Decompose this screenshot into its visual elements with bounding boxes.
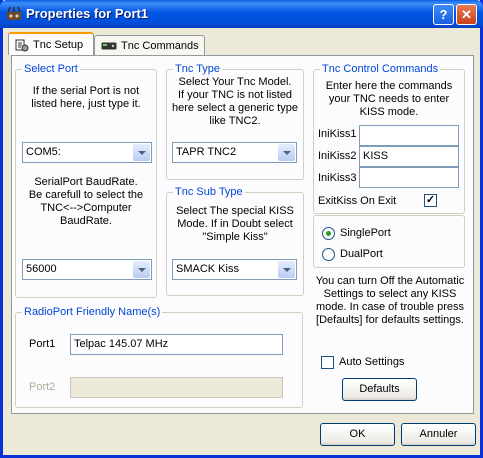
- control-commands-hint: Enter here the commands your TNC needs t…: [325, 80, 453, 118]
- port1-label: Port1: [29, 338, 56, 350]
- chevron-down-icon[interactable]: [278, 261, 295, 278]
- exitkiss-label: ExitKiss On Exit: [318, 195, 397, 207]
- port2-name-field: [70, 377, 283, 398]
- serial-port-combo[interactable]: COM5:: [22, 142, 152, 163]
- auto-settings-label: Auto Settings: [339, 356, 405, 368]
- singleport-radio[interactable]: [322, 227, 335, 240]
- inikiss2-field[interactable]: KISS: [359, 146, 459, 167]
- app-icon: [7, 6, 21, 20]
- baudrate-hint: SerialPort BaudRate. Be carefull to sele…: [28, 176, 144, 227]
- inikiss1-field[interactable]: [359, 125, 459, 146]
- ok-button[interactable]: OK: [320, 423, 395, 446]
- select-port-hint: If the serial Port is not listed here, j…: [31, 85, 141, 110]
- dualport-label: DualPort: [340, 248, 383, 260]
- tnc-type-legend: Tnc Type: [175, 63, 221, 75]
- inikiss1-label: IniKiss1: [318, 128, 357, 140]
- tnc-control-commands-legend: Tnc Control Commands: [322, 63, 439, 75]
- inikiss3-field[interactable]: [359, 167, 459, 188]
- baudrate-combo[interactable]: 56000: [22, 259, 152, 280]
- cancel-button[interactable]: Annuler: [401, 423, 476, 446]
- close-icon: ✕: [461, 7, 472, 22]
- dualport-radio[interactable]: [322, 248, 335, 261]
- tnc-type-hint: Select Your Tnc Model. If your TNC is no…: [172, 76, 298, 127]
- auto-settings-hint: You can turn Off the Automatic Settings …: [315, 275, 465, 326]
- port1-name-field[interactable]: Telpac 145.07 MHz: [70, 334, 283, 355]
- chevron-down-icon[interactable]: [278, 144, 295, 161]
- tab-label: Tnc Commands: [121, 39, 199, 52]
- inikiss3-label: IniKiss3: [318, 172, 357, 184]
- chevron-down-icon[interactable]: [133, 144, 150, 161]
- tnc-sub-type-value: SMACK Kiss: [176, 263, 239, 275]
- help-icon: ?: [439, 7, 448, 22]
- auto-settings-checkbox[interactable]: [321, 356, 334, 369]
- tab-tnc-setup[interactable]: Tnc Setup: [8, 32, 94, 55]
- tnc-commands-icon: [101, 42, 117, 49]
- window-title: Properties for Port1: [26, 6, 149, 21]
- close-button[interactable]: ✕: [456, 4, 477, 25]
- tnc-sub-type-combo[interactable]: SMACK Kiss: [172, 259, 297, 280]
- serial-port-value: COM5:: [26, 146, 61, 158]
- exitkiss-checkbox[interactable]: ✓: [424, 194, 437, 207]
- baudrate-value: 56000: [26, 263, 57, 275]
- select-port-legend: Select Port: [24, 63, 78, 75]
- tab-label: Tnc Setup: [33, 38, 84, 51]
- tnc-sub-type-hint: Select The special KISS Mode. If in Doub…: [176, 205, 294, 243]
- tnc-type-combo[interactable]: TAPR TNC2: [172, 142, 297, 163]
- port2-label: Port2: [29, 381, 56, 393]
- singleport-label: SinglePort: [340, 227, 391, 239]
- tnc-type-value: TAPR TNC2: [176, 146, 237, 158]
- port-mode-group: [313, 215, 465, 268]
- check-icon: ✓: [425, 194, 436, 206]
- tab-tnc-commands[interactable]: Tnc Commands: [94, 35, 205, 55]
- inikiss2-label: IniKiss2: [318, 150, 357, 162]
- title-bar[interactable]: Properties for Port1 ? ✕: [0, 0, 483, 28]
- properties-window: Properties for Port1 ? ✕ Tnc Setup Tnc C…: [0, 0, 483, 458]
- chevron-down-icon[interactable]: [133, 261, 150, 278]
- defaults-button[interactable]: Defaults: [342, 378, 417, 401]
- tnc-sub-type-legend: Tnc Sub Type: [175, 186, 243, 198]
- tnc-setup-icon: [15, 39, 29, 51]
- friendly-names-legend: RadioPort Friendly Name(s): [24, 306, 161, 318]
- help-button[interactable]: ?: [433, 4, 454, 25]
